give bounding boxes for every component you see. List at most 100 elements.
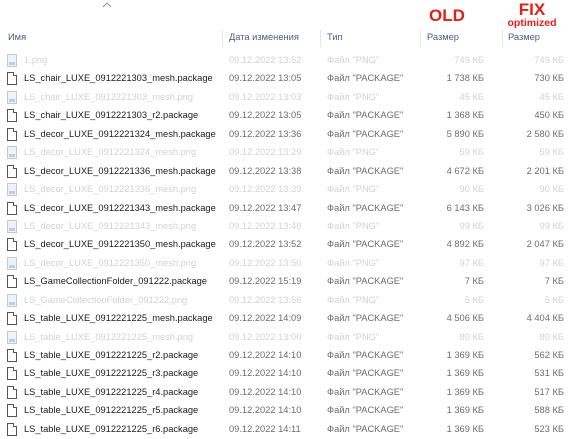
file-row[interactable]: LS_decor_LUXE_0912221343_mesh.png 09.12.2…: [0, 218, 575, 236]
file-name: LS_table_LUXE_0912221225_r4.package: [24, 386, 199, 397]
column-divider[interactable]: [420, 30, 421, 47]
file-name: LS_chair_LUXE_0912221303_mesh.package: [24, 73, 213, 84]
column-divider[interactable]: [320, 30, 321, 47]
file-date: 09.12.2022 15:19: [229, 276, 302, 287]
file-row[interactable]: LS_table_LUXE_0912221225_r4.package 09.12…: [0, 384, 575, 402]
file-row[interactable]: LS_decor_LUXE_0912221336_mesh.png 09.12.2…: [0, 181, 575, 199]
file-size-fix: 80 КБ: [539, 331, 564, 342]
file-row[interactable]: 1.png 09.12.2022 13:52 Файл "PNG" 749 КБ 749…: [0, 52, 575, 70]
file-date: 09.12.2022 14:10: [229, 386, 302, 397]
image-file-icon: [7, 293, 17, 307]
file-row[interactable]: LS_decor_LUXE_0912221350_mesh.package 09.…: [0, 236, 575, 254]
file-row[interactable]: LS_GameCollectionFolder_091222.package 09…: [0, 273, 575, 291]
file-size-old: 1 369 КБ: [446, 368, 484, 379]
file-size-fix: 45 КБ: [539, 91, 564, 102]
file-row[interactable]: LS_chair_LUXE_0912221303_r2.package 09.12…: [0, 107, 575, 125]
file-row[interactable]: LS_table_LUXE_0912221225_r3.package 09.12…: [0, 365, 575, 383]
file-date: 09.12.2022 13:29: [229, 147, 302, 158]
image-file-icon: [7, 256, 17, 270]
file-size-fix: 2 580 КБ: [526, 128, 564, 139]
file-date: 09.12.2022 14:10: [229, 405, 302, 416]
file-icon: [7, 275, 17, 289]
file-type: Файл "PACKAGE": [327, 128, 404, 139]
file-date: 09.12.2022 13:52: [229, 239, 302, 250]
file-size-old: 97 КБ: [459, 257, 484, 268]
file-date: 09.12.2022 13:03: [229, 91, 302, 102]
column-header-date[interactable]: Дата изменения: [229, 32, 299, 42]
file-icon: [7, 109, 17, 123]
old-size-annotation: OLD: [429, 6, 465, 25]
file-type: Файл "PACKAGE": [327, 386, 404, 397]
file-type: Файл "PNG": [327, 184, 380, 195]
file-type: Файл "PACKAGE": [327, 350, 404, 360]
column-header-name[interactable]: Имя: [8, 32, 26, 42]
column-header-size-old[interactable]: Размер: [427, 32, 459, 42]
file-size-fix: 749 КБ: [534, 55, 564, 65]
file-size-old: 4 672 КБ: [446, 165, 484, 176]
file-icon: [7, 404, 17, 418]
file-icon: [7, 367, 17, 381]
file-size-old: 99 КБ: [459, 220, 484, 231]
file-date: 09.12.2022 13:52: [229, 55, 302, 65]
image-file-icon: [7, 146, 17, 160]
file-size-fix: 2 047 КБ: [526, 239, 564, 250]
file-row[interactable]: LS_decor_LUXE_0912221324_mesh.package 09.…: [0, 126, 575, 144]
file-row[interactable]: LS_table_LUXE_0912221225_r5.package 09.12…: [0, 402, 575, 420]
image-file-icon: [7, 183, 17, 197]
chevron-up-icon[interactable]: [100, 0, 114, 10]
file-name: LS_table_LUXE_0912221225_mesh.package: [24, 313, 213, 324]
column-header-type[interactable]: Тип: [327, 32, 343, 42]
column-divider[interactable]: [502, 30, 503, 47]
file-size-fix: 588 КБ: [534, 405, 564, 416]
file-size-fix: 59 КБ: [539, 147, 564, 158]
file-row[interactable]: LS_decor_LUXE_0912221343_mesh.package 09.…: [0, 200, 575, 218]
column-divider[interactable]: [222, 30, 223, 47]
file-size-fix: 730 КБ: [534, 73, 564, 84]
file-type: Файл "PACKAGE": [327, 110, 404, 121]
file-date: 09.12.2022 13:39: [229, 184, 302, 195]
file-row[interactable]: LS_chair_LUXE_0912221303_mesh.png 09.12.2…: [0, 89, 575, 107]
file-name: LS_decor_LUXE_0912221350_mesh.package: [24, 239, 216, 250]
file-size-fix: 4 404 КБ: [526, 313, 564, 324]
file-icon: [7, 312, 17, 326]
file-list: 1.png 09.12.2022 13:52 Файл "PNG" 749 КБ 749…: [0, 52, 575, 439]
file-date: 09.12.2022 14:09: [229, 313, 302, 324]
file-size-old: 749 КБ: [454, 55, 484, 65]
file-size-old: 59 КБ: [459, 147, 484, 158]
file-size-old: 4 892 КБ: [446, 239, 484, 250]
file-row[interactable]: LS_table_LUXE_0912221225_r2.package 09.12…: [0, 347, 575, 365]
file-size-fix: 531 КБ: [534, 368, 564, 379]
image-file-icon: [7, 54, 17, 67]
file-size-old: 1 738 КБ: [446, 73, 484, 84]
file-size-old: 1 369 КБ: [446, 423, 484, 434]
file-name: LS_decor_LUXE_0912221324_mesh.package: [24, 128, 216, 139]
file-name: LS_table_LUXE_0912221225_mesh.png: [24, 331, 194, 342]
column-header-size-fix[interactable]: Размер: [508, 32, 540, 42]
file-size-fix: 562 КБ: [534, 350, 564, 360]
file-row[interactable]: LS_table_LUXE_0912221225_mesh.png 09.12.2…: [0, 329, 575, 347]
file-icon: [7, 72, 17, 86]
file-name: LS_decor_LUXE_0912221324_mesh.png: [24, 147, 197, 158]
file-row[interactable]: LS_decor_LUXE_0912221350_mesh.png 09.12.2…: [0, 255, 575, 273]
file-size-fix: 7 КБ: [544, 276, 564, 287]
file-date: 09.12.2022 13:50: [229, 257, 302, 268]
file-row[interactable]: LS_decor_LUXE_0912221324_mesh.png 09.12.2…: [0, 144, 575, 162]
image-file-icon: [7, 330, 17, 344]
file-type: Файл "PNG": [327, 220, 380, 231]
file-row[interactable]: LS_table_LUXE_0912221225_mesh.package 09.…: [0, 310, 575, 328]
file-size-old: 45 КБ: [459, 91, 484, 102]
file-size-old: 1 369 КБ: [446, 405, 484, 416]
file-row[interactable]: LS_decor_LUXE_0912221336_mesh.package 09.…: [0, 163, 575, 181]
file-type: Файл "PNG": [327, 55, 380, 65]
file-type: Файл "PACKAGE": [327, 73, 404, 84]
file-type: Файл "PNG": [327, 331, 380, 342]
file-row[interactable]: LS_GameCollectionFolder_091222.png 09.12.…: [0, 292, 575, 310]
file-type: Файл "PACKAGE": [327, 165, 404, 176]
file-date: 09.12.2022 13:36: [229, 128, 302, 139]
file-name: LS_GameCollectionFolder_091222.package: [24, 276, 207, 287]
file-size-old: 5 КБ: [464, 294, 484, 305]
file-icon: [7, 422, 17, 436]
file-name: LS_chair_LUXE_0912221303_r2.package: [24, 110, 199, 121]
file-type: Файл "PNG": [327, 147, 380, 158]
file-row[interactable]: LS_chair_LUXE_0912221303_mesh.package 09.…: [0, 70, 575, 88]
